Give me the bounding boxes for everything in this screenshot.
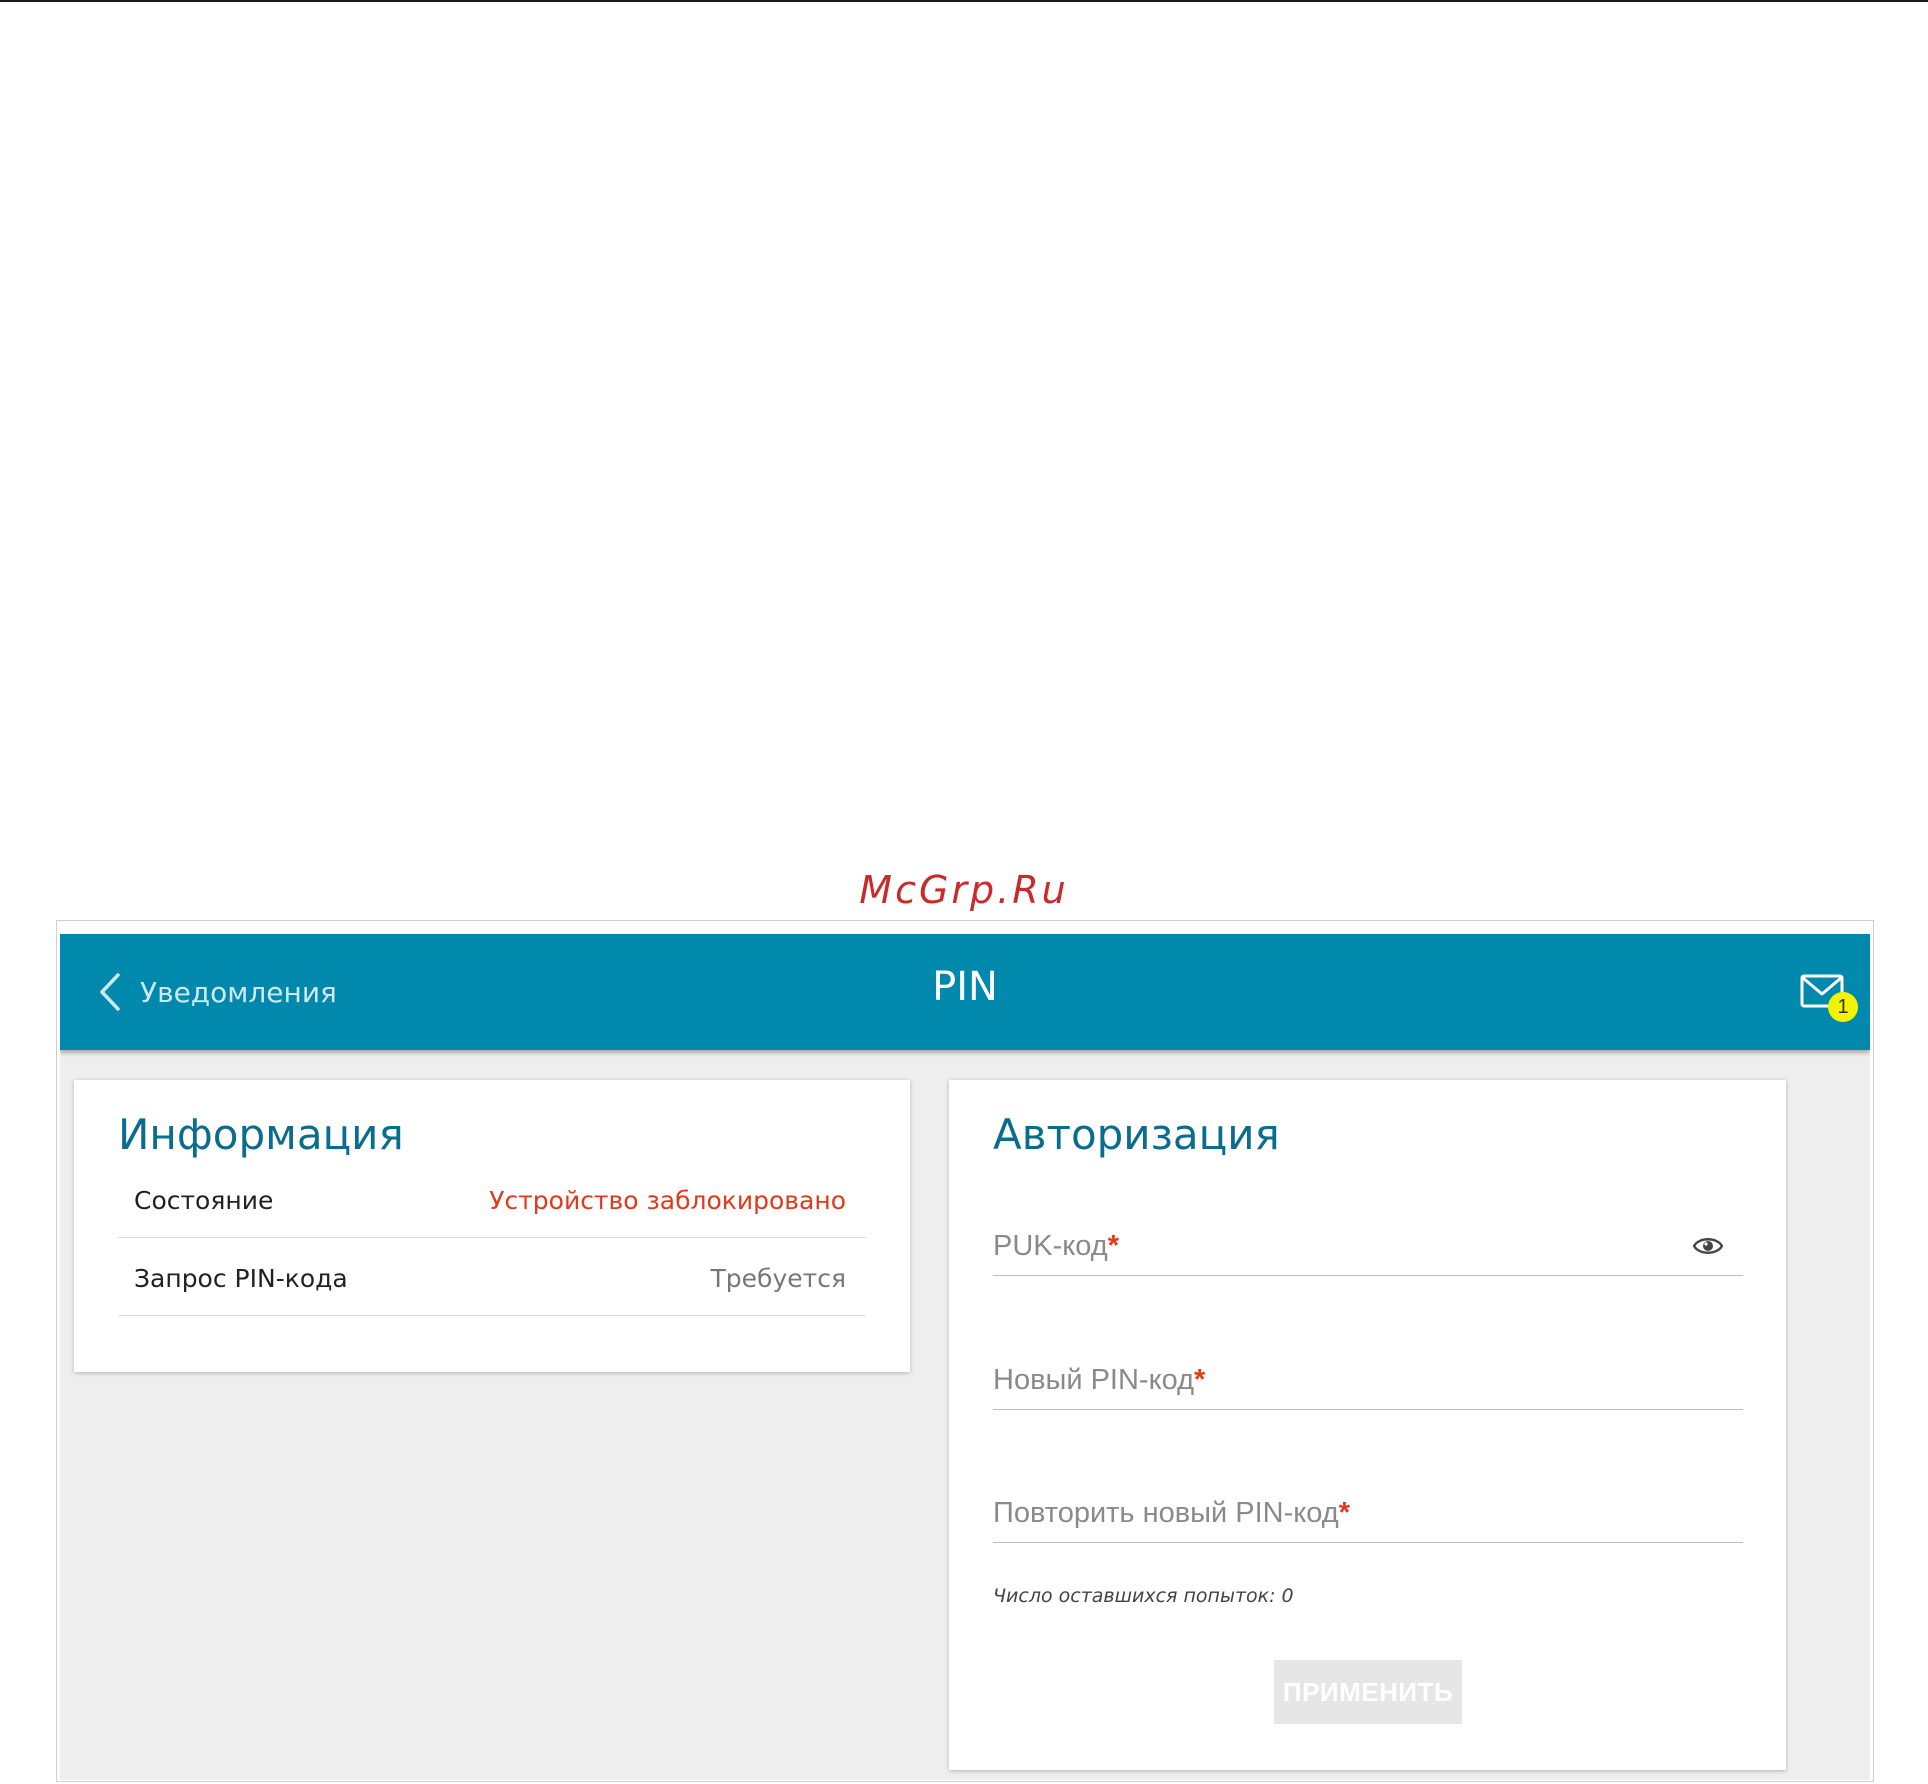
repeat-new-pin-input[interactable]: Повторить новый PIN-код* [993, 1483, 1743, 1543]
status-value: Устройство заблокировано [489, 1186, 846, 1215]
info-row-pin-request: Запрос PIN-кода Требуется [118, 1238, 866, 1316]
router-web-ui: Уведомления PIN 1 Информация Состояние У… [60, 934, 1870, 1780]
back-button[interactable]: Уведомления [98, 970, 337, 1014]
puk-code-input[interactable]: PUK-код* [993, 1216, 1743, 1276]
required-mark: * [1107, 1230, 1120, 1262]
info-card-title: Информация [118, 1110, 404, 1159]
notifications-button[interactable]: 1 [1800, 974, 1860, 1026]
repeat-new-pin-label: Повторить новый PIN-код* [993, 1497, 1350, 1529]
info-row-label: Запрос PIN-кода [134, 1264, 348, 1293]
eye-icon[interactable] [1693, 1234, 1723, 1258]
chevron-left-icon [98, 972, 122, 1012]
auth-card: Авторизация PUK-код* Новый PIN-код* Повт… [949, 1080, 1786, 1770]
attempts-remaining: Число оставшихся попыток: 0 [993, 1585, 1294, 1607]
notification-badge: 1 [1828, 992, 1858, 1022]
required-mark: * [1194, 1364, 1206, 1396]
new-pin-input[interactable]: Новый PIN-код* [993, 1350, 1743, 1410]
info-row-label: Состояние [134, 1186, 274, 1215]
top-bar: Уведомления PIN 1 [60, 934, 1870, 1050]
required-mark: * [1338, 1497, 1350, 1529]
page-top-rule [0, 0, 1928, 2]
puk-code-label: PUK-код* [993, 1230, 1120, 1262]
info-row-status: Состояние Устройство заблокировано [118, 1160, 866, 1238]
attempts-value: 0 [1281, 1585, 1294, 1607]
back-label: Уведомления [140, 975, 337, 1009]
new-pin-label: Новый PIN-код* [993, 1364, 1206, 1396]
watermark: McGrp.Ru [859, 868, 1069, 912]
apply-button[interactable]: ПРИМЕНИТЬ [1274, 1660, 1462, 1724]
attempts-label: Число оставшихся попыток: [993, 1585, 1276, 1607]
info-card: Информация Состояние Устройство заблокир… [74, 1080, 910, 1372]
pin-request-value: Требуется [710, 1264, 846, 1293]
auth-card-title: Авторизация [993, 1110, 1280, 1159]
